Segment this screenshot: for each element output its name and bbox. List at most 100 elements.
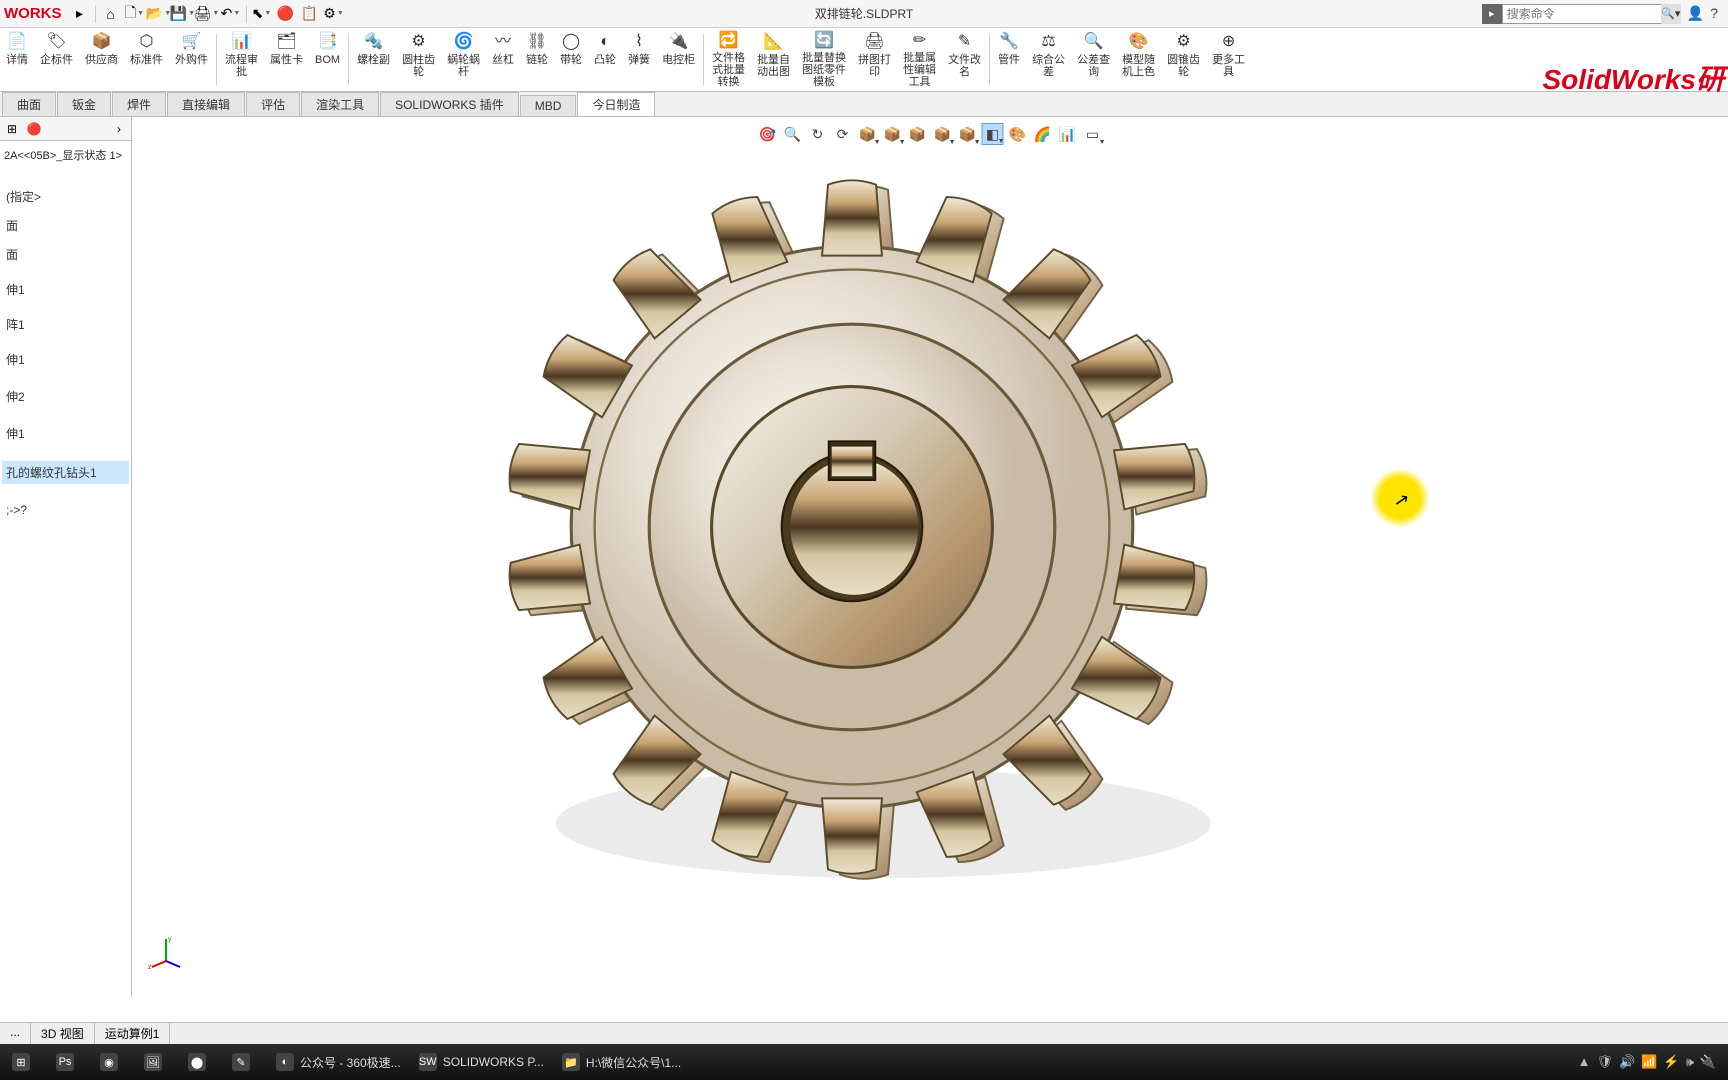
search-input[interactable] [1502,4,1662,24]
tab-今日制造[interactable]: 今日制造 [577,92,655,116]
ribbon-供应商[interactable]: 📦供应商 [79,30,124,89]
tree-tab-icon[interactable]: ⊞ [4,121,20,137]
tab-SOLIDWORKS 插件[interactable]: SOLIDWORKS 插件 [380,92,519,116]
tree-item[interactable]: 伸1 [2,422,129,445]
taskbar-item[interactable]: ⬤ [180,1047,222,1077]
bottom-tab-3D 视图[interactable]: 3D 视图 [31,1023,95,1044]
rebuild-button[interactable]: 🔴 [275,3,297,25]
tab-MBD[interactable]: MBD [520,95,577,116]
viewtool-1[interactable]: 🔍 [782,123,804,145]
ribbon-链轮[interactable]: ⛓链轮 [520,30,554,89]
viewtool-0[interactable]: 🎯 [757,123,779,145]
taskbar-item[interactable]: ✎ [224,1047,266,1077]
print-button[interactable]: 🖨▼ [196,3,218,25]
tray-icon[interactable]: 🔌 [1700,1054,1716,1070]
viewtool-12[interactable]: 📊 [1057,123,1079,145]
ribbon-凸轮[interactable]: ◐凸轮 [588,30,622,89]
graphics-viewport[interactable]: 🎯🔍↻⟳📦▼📦▼📦📦▼📦▼◧▼🎨🌈📊▭▼ [132,117,1728,997]
taskbar-item[interactable]: ◉ [92,1047,134,1077]
viewtool-4[interactable]: 📦▼ [857,123,879,145]
ribbon-模型随机上色[interactable]: 🎨模型随机上色 [1116,30,1161,89]
taskbar-item[interactable]: 📁H:\微信公众号\1... [554,1047,689,1077]
ribbon-文件格式批量转换[interactable]: 🔁文件格式批量转换 [706,30,751,89]
ribbon-圆柱齿轮[interactable]: ⚙圆柱齿轮 [396,30,441,89]
ribbon-属性卡[interactable]: 🗂属性卡 [264,30,309,89]
tray-icon[interactable]: 📶 [1641,1054,1657,1070]
viewtool-13[interactable]: ▭▼ [1082,123,1104,145]
tray-icon[interactable]: ⚡ [1663,1054,1679,1070]
tree-item[interactable]: 面 [2,214,129,237]
tree-item[interactable]: 伸1 [2,348,129,371]
expand-icon[interactable]: › [111,121,127,137]
ribbon-流程审批[interactable]: 📊流程审批 [219,30,264,89]
home-button[interactable]: ⌂ [100,3,122,25]
tab-直接编辑[interactable]: 直接编辑 [167,92,245,116]
open-button[interactable]: 📂▼ [148,3,170,25]
ribbon-企标件[interactable]: 🏷企标件 [34,30,79,89]
ribbon-文件改名[interactable]: ✎文件改名 [942,30,987,89]
user-icon[interactable]: 👤 [1687,5,1704,22]
tab-渲染工具[interactable]: 渲染工具 [301,92,379,116]
new-button[interactable]: 🗋▼ [124,3,146,25]
viewtool-9[interactable]: ◧▼ [982,123,1004,145]
ribbon-带轮[interactable]: ◯带轮 [554,30,588,89]
ribbon-管件[interactable]: 🔧管件 [992,30,1026,89]
viewtool-5[interactable]: 📦▼ [882,123,904,145]
ribbon-弹簧[interactable]: ⌇弹簧 [622,30,656,89]
tab-钣金[interactable]: 钣金 [57,92,111,116]
search-icon[interactable]: ▸ [1482,4,1502,24]
tray-icon[interactable]: 🛡 [1597,1054,1614,1070]
undo-button[interactable]: ↶▼ [220,3,242,25]
appearance-tab-icon[interactable]: 🔴 [26,121,42,137]
tray-icon[interactable]: 🔊 [1619,1054,1635,1070]
taskbar-item[interactable]: SWSOLIDWORKS P... [411,1047,552,1077]
search-go-icon[interactable]: 🔍▾ [1661,4,1681,24]
viewtool-2[interactable]: ↻ [807,123,829,145]
tab-焊件[interactable]: 焊件 [112,92,166,116]
tree-item[interactable]: 面 [2,243,129,266]
viewtool-6[interactable]: 📦 [907,123,929,145]
ribbon-批量替换图纸零件模板[interactable]: 🔄批量替换图纸零件模板 [796,30,852,89]
help-icon[interactable]: ? [1710,5,1718,22]
ribbon-标准件[interactable]: ⬡标准件 [124,30,169,89]
ribbon-综合公差[interactable]: ⚖综合公差 [1026,30,1071,89]
tree-header[interactable]: 2A<<05B>_显示状态 1> [2,143,129,167]
tree-item[interactable]: 伸1 [2,278,129,301]
ribbon-详情[interactable]: 📄详情 [0,30,34,89]
settings-button[interactable]: ⚙▼ [323,3,345,25]
save-button[interactable]: 💾▼ [172,3,194,25]
select-button[interactable]: ⬉▼ [251,3,273,25]
ribbon-丝杠[interactable]: 〰丝杠 [486,30,520,89]
tree-item[interactable]: 孔的螺纹孔钻头1 [2,461,129,484]
ribbon-公差查询[interactable]: 🔍公差查询 [1071,30,1116,89]
tree-item[interactable]: 阵1 [2,313,129,336]
tray-icon[interactable]: ▲ [1578,1054,1591,1070]
tab-曲面[interactable]: 曲面 [2,92,56,116]
ribbon-圆锥齿轮[interactable]: ⚙圆锥齿轮 [1161,30,1206,89]
ribbon-更多工具[interactable]: ⊕更多工具 [1206,30,1251,89]
taskbar-item[interactable]: ⊞ [4,1047,46,1077]
taskbar-item[interactable]: Ps [48,1047,90,1077]
viewtool-7[interactable]: 📦▼ [932,123,954,145]
viewtool-10[interactable]: 🎨 [1007,123,1029,145]
tab-评估[interactable]: 评估 [246,92,300,116]
bottom-tab-...[interactable]: ... [0,1023,31,1044]
viewtool-8[interactable]: 📦▼ [957,123,979,145]
tree-item[interactable]: ;->? [2,500,129,520]
ribbon-拼图打印[interactable]: 🖨拼图打印 [852,30,897,89]
play-icon[interactable]: ▸ [69,3,91,25]
ribbon-批量自动出图[interactable]: 📐批量自动出图 [751,30,796,89]
options-button[interactable]: 📋 [299,3,321,25]
viewtool-11[interactable]: 🌈 [1032,123,1054,145]
viewtool-3[interactable]: ⟳ [832,123,854,145]
bottom-tab-运动算例1[interactable]: 运动算例1 [95,1023,171,1044]
ribbon-外购件[interactable]: 🛒外购件 [169,30,214,89]
ribbon-批量属性编辑工具[interactable]: ✏批量属性编辑工具 [897,30,942,89]
taskbar-item[interactable]: 🖼 [136,1047,178,1077]
ribbon-螺栓副[interactable]: 🔩螺栓副 [351,30,396,89]
tree-item[interactable]: (指定> [2,185,129,208]
ribbon-BOM[interactable]: 📑BOM [309,30,346,89]
tray-icon[interactable]: 🕪 [1686,1054,1694,1070]
tree-item[interactable]: 伸2 [2,385,129,408]
taskbar-item[interactable]: ◐公众号 - 360极速... [268,1047,409,1077]
